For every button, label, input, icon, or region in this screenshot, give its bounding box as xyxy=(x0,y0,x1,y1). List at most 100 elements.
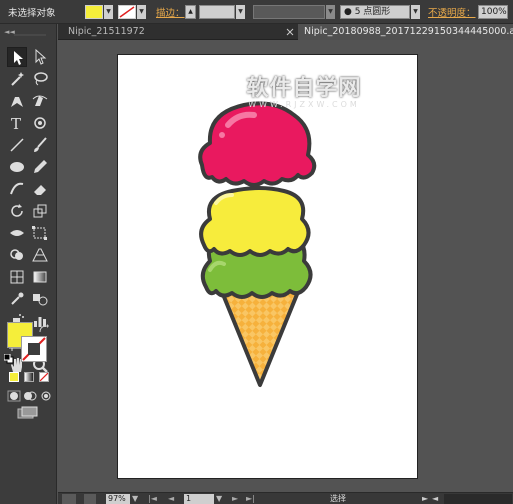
none-mode-button[interactable] xyxy=(39,372,49,382)
status-menu-icon[interactable]: ► xyxy=(422,494,428,504)
eraser-tool[interactable] xyxy=(30,179,50,199)
panel-collapse-icon[interactable]: ◄◄ xyxy=(0,24,57,38)
draw-inside-icon[interactable] xyxy=(39,390,53,402)
profile-dropdown[interactable]: ▼ xyxy=(326,5,335,19)
tab-document-2[interactable]: Nipic_20180988_20171229150344445000.ai* xyxy=(298,24,513,40)
next-artboard-button[interactable]: ► xyxy=(232,494,238,504)
magic-wand-icon xyxy=(11,72,24,86)
zoom-dropdown-icon[interactable]: ▼ xyxy=(132,494,140,504)
pen-nib-icon xyxy=(11,97,23,107)
stroke-dropdown[interactable]: ▼ xyxy=(137,5,146,19)
line-segment-tool[interactable] xyxy=(7,135,27,155)
brush-dropdown[interactable]: ▼ xyxy=(411,5,420,19)
close-icon[interactable] xyxy=(286,28,294,36)
pencil-icon xyxy=(34,160,47,173)
illustrator-window: 未选择对象 ▼ ▼ 描边： ▲ ▼ ▼ ● 5 点圆形 ▼ 不透明度： 100%… xyxy=(0,0,513,504)
eyedropper-icon xyxy=(11,292,24,305)
gradient-icon xyxy=(33,271,47,283)
rotate-tool[interactable] xyxy=(7,201,27,221)
pencil-tool[interactable] xyxy=(30,157,50,177)
ellipse-tool[interactable] xyxy=(7,157,27,177)
mesh-icon xyxy=(10,270,24,284)
tools-panel: ◄◄ T xyxy=(0,24,57,504)
none-slash-icon xyxy=(39,372,49,382)
control-bar: 未选择对象 ▼ ▼ 描边： ▲ ▼ ▼ ● 5 点圆形 ▼ 不透明度： 100% xyxy=(0,0,513,24)
lasso-icon xyxy=(34,72,48,86)
screen-mode-icon[interactable] xyxy=(17,406,39,420)
canvas-area[interactable]: 软件自学网 WWW.RJZXW.COM xyxy=(58,40,513,492)
mesh-tool[interactable] xyxy=(7,267,27,287)
fill-swatch-button[interactable] xyxy=(85,5,103,19)
prev-artboard-button[interactable]: ◄ xyxy=(168,494,174,504)
magic-wand-tool[interactable] xyxy=(7,69,27,89)
opacity-input[interactable]: 100% xyxy=(478,5,508,19)
free-transform-tool[interactable] xyxy=(30,223,50,243)
eraser-icon xyxy=(34,185,46,195)
selection-status: 未选择对象 xyxy=(8,8,56,19)
paintbrush-tool[interactable] xyxy=(30,135,50,155)
last-artboard-button[interactable]: ►| xyxy=(246,494,255,504)
width-icon xyxy=(10,230,24,236)
first-artboard-button[interactable]: |◄ xyxy=(148,494,157,504)
type-t-icon: T xyxy=(11,115,21,133)
draw-normal-icon[interactable] xyxy=(7,390,21,402)
flare-icon xyxy=(34,117,46,129)
stroke-swatch-button[interactable] xyxy=(118,5,136,19)
tab-document-1[interactable]: Nipic_21511972 xyxy=(62,24,146,40)
shape-builder-icon xyxy=(10,249,23,260)
artboard-number-input[interactable]: 1 xyxy=(184,494,214,504)
shaper-icon xyxy=(10,182,24,195)
stroke-color-swatch[interactable] xyxy=(21,336,47,362)
scroll-left-icon[interactable]: ◄ xyxy=(432,494,438,504)
type-tool[interactable]: T xyxy=(7,113,27,133)
color-mode-button[interactable] xyxy=(9,372,19,382)
status-bar: 97% ▼ |◄ ◄ 1 ▼ ► ►| 选择 ► ◄ xyxy=(58,492,513,504)
stroke-weight-input[interactable] xyxy=(199,5,235,19)
blend-icon xyxy=(33,294,48,306)
swap-colors-icon[interactable] xyxy=(38,323,50,335)
stroke-weight-dropdown[interactable]: ▼ xyxy=(236,5,245,19)
artboard-dropdown-icon[interactable]: ▼ xyxy=(216,494,222,504)
flare-tool[interactable] xyxy=(30,113,50,133)
shape-builder-tool[interactable] xyxy=(7,245,27,265)
variable-width-profile[interactable] xyxy=(253,5,325,19)
gradient-mode-button[interactable] xyxy=(24,372,34,382)
stroke-weight-stepper[interactable]: ▲ xyxy=(185,5,196,19)
rotate-icon xyxy=(11,204,23,217)
free-transform-icon xyxy=(32,226,47,240)
scale-tool[interactable] xyxy=(30,201,50,221)
none-slash-icon xyxy=(119,6,135,18)
paintbrush-icon xyxy=(34,137,47,152)
curvature-tool[interactable] xyxy=(30,91,50,111)
stroke-weight-label[interactable]: 描边： xyxy=(156,5,185,19)
svg-text:T: T xyxy=(11,115,21,133)
artboard-navigator-button[interactable] xyxy=(62,494,76,504)
pink-scoop xyxy=(198,101,317,187)
pen-tool[interactable] xyxy=(7,91,27,111)
perspective-grid-tool[interactable] xyxy=(30,245,50,265)
blend-tool[interactable] xyxy=(30,289,50,309)
direct-selection-tool[interactable] xyxy=(30,47,50,67)
draw-behind-icon[interactable] xyxy=(23,390,37,402)
waffle-cone xyxy=(218,285,302,387)
horizontal-scrollbar[interactable] xyxy=(444,494,512,504)
default-colors-icon[interactable] xyxy=(4,354,14,364)
svg-text:◄◄: ◄◄ xyxy=(4,28,15,36)
share-icon[interactable] xyxy=(84,494,96,504)
width-tool[interactable] xyxy=(7,223,27,243)
brush-definition-select[interactable]: ● 5 点圆形 xyxy=(340,5,410,19)
document-tab-bar: Nipic_21511972 Nipic_20180988_2017122915… xyxy=(58,24,513,40)
selection-tool[interactable] xyxy=(7,47,27,67)
shaper-tool[interactable] xyxy=(7,179,27,199)
zoom-level-input[interactable]: 97% xyxy=(106,494,130,504)
scale-icon xyxy=(33,204,47,218)
ice-cream-illustration[interactable] xyxy=(118,55,417,478)
artboard[interactable] xyxy=(117,54,418,479)
gradient-tool[interactable] xyxy=(30,267,50,287)
opacity-label[interactable]: 不透明度： xyxy=(428,5,476,19)
current-tool-status: 选择 xyxy=(330,494,346,503)
eyedropper-tool[interactable] xyxy=(7,289,27,309)
lasso-tool[interactable] xyxy=(30,69,50,89)
ellipse-icon xyxy=(10,162,24,172)
fill-dropdown[interactable]: ▼ xyxy=(104,5,113,19)
